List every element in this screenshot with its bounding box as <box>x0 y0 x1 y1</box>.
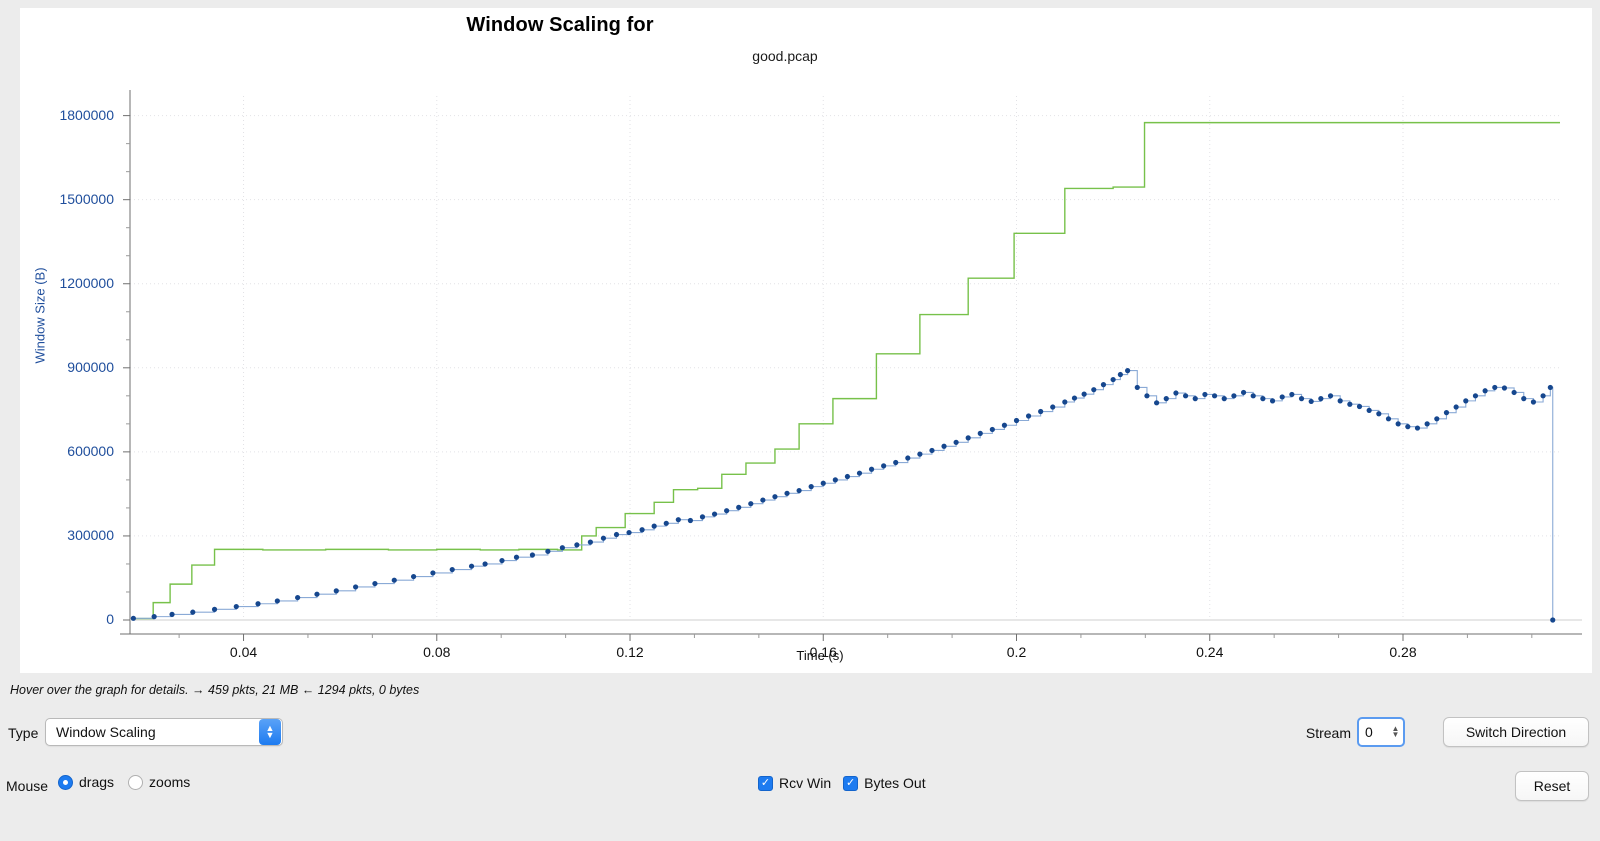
controls-row-bottom: Mouse drags zooms ✓ Rcv Win ✓ Bytes Out … <box>0 771 1600 804</box>
switch-direction-button[interactable]: Switch Direction <box>1443 717 1589 747</box>
plot-svg[interactable] <box>20 8 1592 673</box>
x-tick-label: 0.12 <box>616 644 644 660</box>
y-tick-label: 900000 <box>67 358 114 375</box>
stream-label: Stream <box>1305 725 1351 741</box>
mouse-zooms-label: zooms <box>149 774 191 790</box>
checkmark-icon[interactable]: ✓ <box>843 775 859 791</box>
mouse-drags-label: drags <box>79 774 115 790</box>
type-label: Type <box>8 725 39 741</box>
window-scaling-graph-window: Window Scaling for good.pcap Window Size… <box>0 0 1600 841</box>
radio-unselected-icon[interactable] <box>128 774 144 790</box>
mouse-label: Mouse <box>6 778 49 794</box>
x-tick-label: 0.28 <box>1389 644 1417 660</box>
radio-selected-icon[interactable] <box>58 774 73 790</box>
controls-row-top: Type Window Scaling ▲ ▼ Stream 0 ▲ ▼ Switc… <box>0 717 1600 750</box>
x-tick-label: 0.24 <box>1196 644 1224 660</box>
stream-stepper-icon[interactable]: ▲ ▼ <box>1388 719 1403 745</box>
x-tick-label: 0.08 <box>423 644 451 660</box>
graph-type-select[interactable]: Window Scaling ▲ ▼ <box>45 718 283 746</box>
series-toggle-group: ✓ Rcv Win ✓ Bytes Out <box>758 775 926 791</box>
stream-number-input[interactable]: 0 ▲ ▼ <box>1357 717 1405 747</box>
mouse-drags-radio[interactable]: drags <box>58 774 114 790</box>
x-tick-label: 0.16 <box>809 644 837 660</box>
bytes-out-checkbox-item[interactable]: ✓ Bytes Out <box>843 775 926 791</box>
checkmark-icon[interactable]: ✓ <box>758 775 773 791</box>
chevron-updown-icon[interactable]: ▲ ▼ <box>259 719 281 745</box>
x-tick-label: 0.2 <box>1006 644 1027 660</box>
stream-value: 0 <box>1365 724 1373 740</box>
y-tick-label: 1200000 <box>59 274 114 291</box>
hover-hint-text: Hover over the graph for details. → 459 … <box>10 683 420 697</box>
x-tick-label: 0.04 <box>229 644 258 660</box>
rcv-win-label: Rcv Win <box>779 775 832 791</box>
reset-button[interactable]: Reset <box>1515 771 1589 801</box>
y-tick-label: 1800000 <box>59 106 114 123</box>
graph-card: Window Scaling for good.pcap Window Size… <box>20 8 1592 673</box>
graph-type-value: Window Scaling <box>56 724 156 740</box>
bytes-out-label: Bytes Out <box>864 775 926 791</box>
plot-area[interactable]: Window Size (B) Time (s) 0 300000 600000 90… <box>20 8 1592 673</box>
y-tick-label: 1500000 <box>59 190 114 207</box>
y-tick-label: 600000 <box>67 442 114 459</box>
y-tick-label: 300000 <box>67 526 114 543</box>
rcv-win-checkbox-item[interactable]: ✓ Rcv Win <box>758 775 831 791</box>
mouse-mode-radio-group: drags zooms <box>58 774 190 790</box>
y-tick-label: 0 <box>106 611 114 627</box>
mouse-zooms-radio[interactable]: zooms <box>128 774 190 790</box>
